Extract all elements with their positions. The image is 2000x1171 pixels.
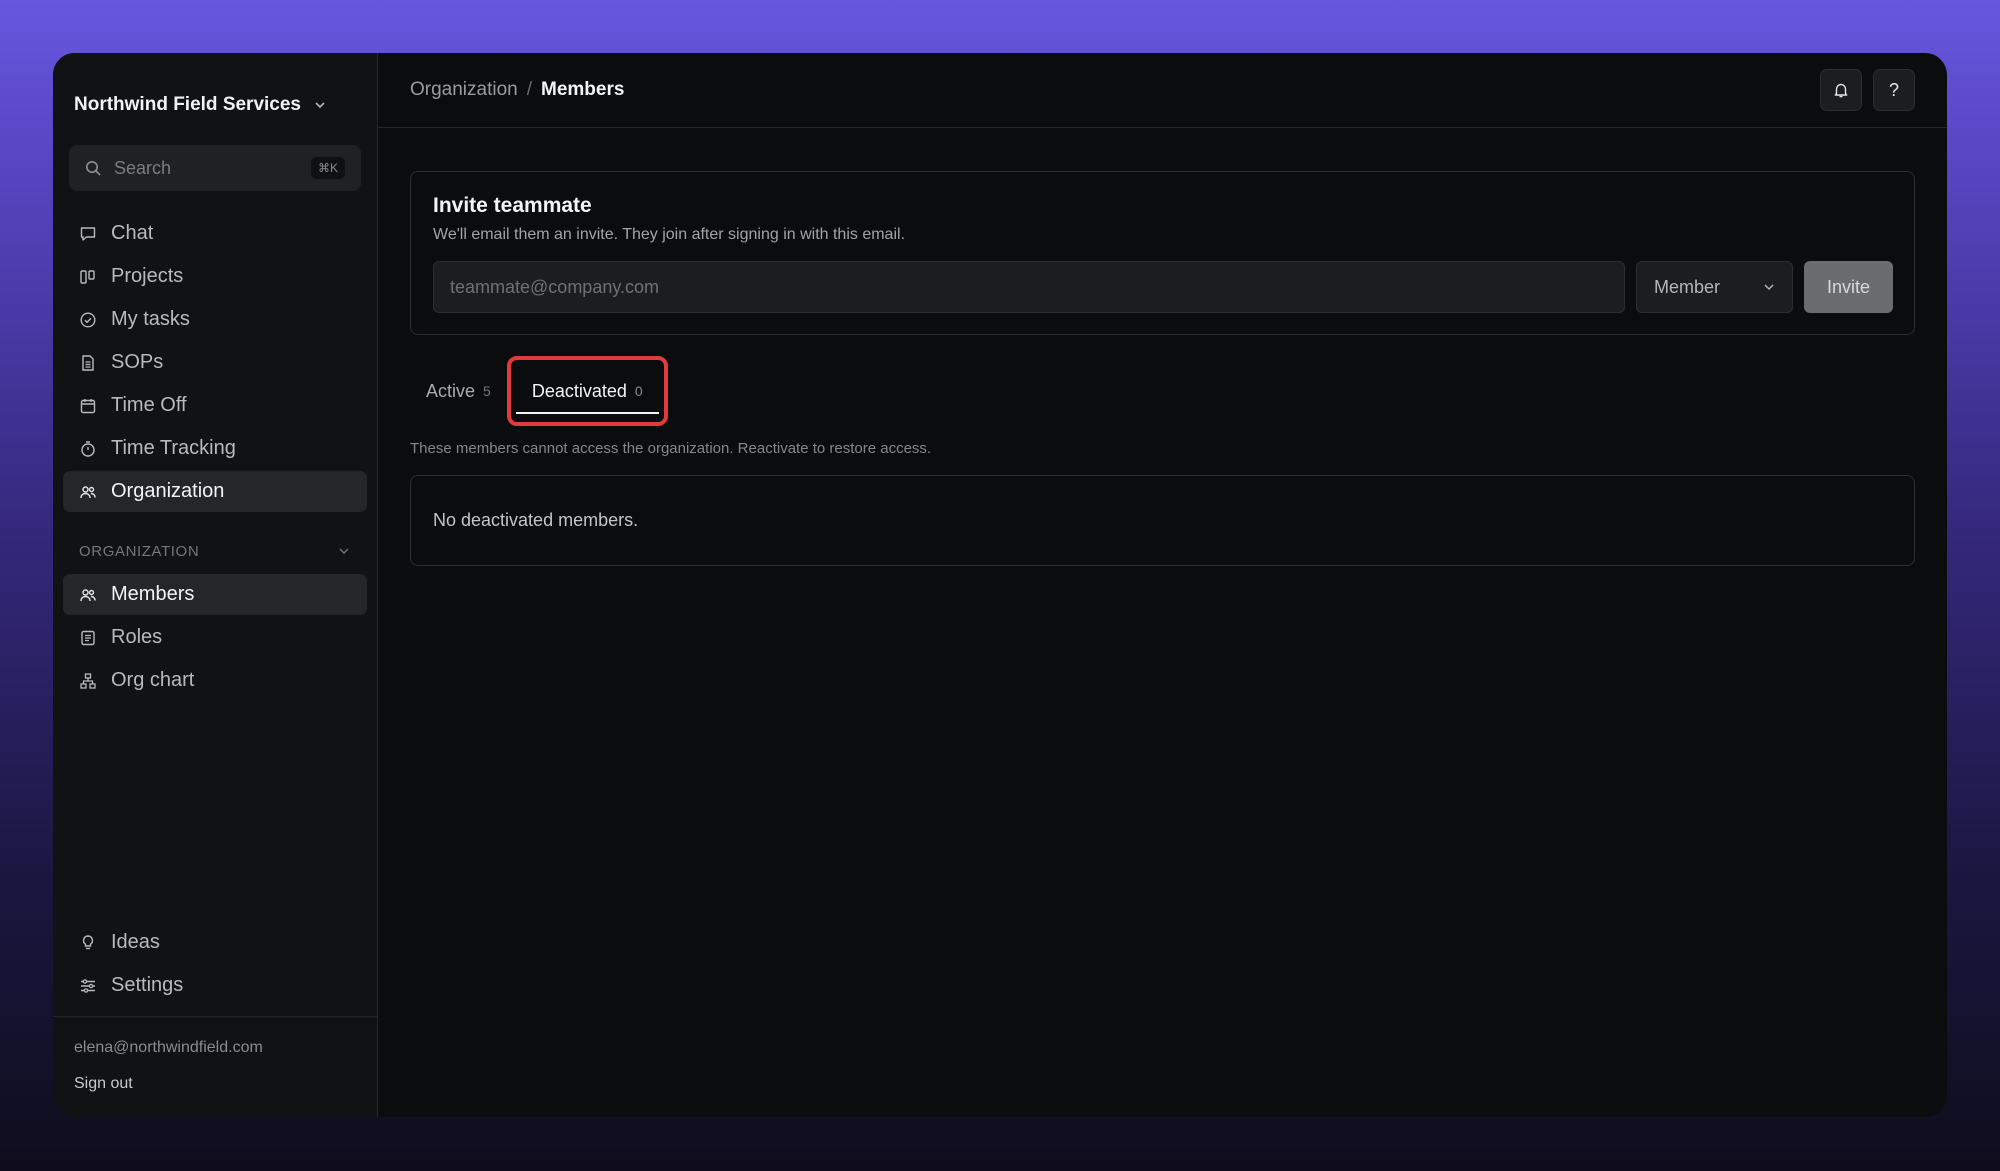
sidebar-footer: Ideas Settings elena@northwindfield.com … [53, 922, 377, 1117]
empty-state-message: No deactivated members. [433, 510, 639, 530]
tab-count: 0 [634, 383, 643, 399]
deactivated-members-list: No deactivated members. [410, 475, 1915, 566]
nav-item-my-tasks[interactable]: My tasks [63, 299, 367, 340]
chat-icon [80, 226, 96, 241]
main-content: Organization / Members ? Invite teammate… [378, 53, 1947, 1117]
search-box[interactable]: Search ⌘K [69, 145, 361, 191]
chevron-down-icon [1764, 284, 1774, 291]
sign-out-link[interactable]: Sign out [74, 1075, 356, 1093]
account-panel: elena@northwindfield.com Sign out [53, 1016, 377, 1117]
nav-item-time-tracking[interactable]: Time Tracking [63, 428, 367, 469]
search-placeholder: Search [114, 157, 172, 178]
account-email: elena@northwindfield.com [74, 1039, 263, 1056]
sliders-icon [81, 978, 95, 993]
chevron-down-icon [315, 102, 325, 109]
invite-button[interactable]: Invite [1804, 261, 1893, 313]
nav-item-chat[interactable]: Chat [63, 213, 367, 254]
breadcrumb-parent[interactable]: Organization [410, 79, 518, 101]
role-select[interactable]: Member [1636, 261, 1793, 313]
bell-icon [1834, 83, 1848, 98]
main-nav: Chat Projects My tasks SOPs Time Off Tim… [53, 213, 377, 514]
sidebar-item-members[interactable]: Members [63, 574, 367, 615]
organization-nav: Members Roles Org chart [53, 574, 377, 703]
members-page: Invite teammate We'll email them an invi… [378, 128, 1947, 566]
stopwatch-icon [81, 440, 95, 457]
nav-item-ideas[interactable]: Ideas [63, 922, 367, 963]
nav-item-label: My tasks [111, 308, 190, 330]
invite-email-input[interactable] [433, 261, 1625, 313]
topbar: Organization / Members ? [378, 53, 1947, 128]
list-icon [81, 630, 95, 645]
invite-title: Invite teammate [433, 194, 592, 217]
deactivated-hint: These members cannot access the organiza… [410, 440, 932, 457]
nav-item-projects[interactable]: Projects [63, 256, 367, 297]
org-name: Northwind Field Services [74, 94, 301, 115]
users-icon [80, 485, 96, 498]
top-actions: ? [1820, 69, 1915, 111]
invite-subtitle: We'll email them an invite. They join af… [433, 226, 906, 243]
section-title: ORGANIZATION [79, 542, 200, 560]
org-switcher[interactable]: Northwind Field Services [53, 53, 377, 129]
organization-section-toggle[interactable]: ORGANIZATION [79, 536, 351, 566]
tab-label: Active [426, 380, 476, 401]
sidebar-item-label: Members [111, 583, 195, 605]
check-circle-icon [80, 311, 96, 328]
breadcrumb-current: Members [541, 79, 625, 100]
nav-item-label: Time Off [111, 394, 187, 416]
members-icon [80, 588, 96, 601]
sidebar-item-label: Roles [111, 626, 163, 648]
nav-item-label: Ideas [111, 931, 160, 953]
tab-active[interactable]: Active 5 [410, 356, 507, 426]
sidebar-item-roles[interactable]: Roles [63, 617, 367, 658]
projects-icon [80, 269, 95, 284]
calendar-icon [80, 398, 96, 413]
search-icon [86, 160, 101, 176]
nav-item-label: Settings [111, 974, 184, 996]
tab-label: Deactivated [531, 380, 627, 401]
member-tabs: Active 5 Deactivated 0 [410, 356, 1915, 426]
nav-item-organization[interactable]: Organization [63, 471, 367, 512]
nav-item-settings[interactable]: Settings [63, 965, 367, 1006]
breadcrumb: Organization / Members [410, 79, 624, 101]
app-window: Northwind Field Services Search ⌘K Chat … [53, 53, 1947, 1117]
document-icon [82, 354, 94, 371]
nav-item-label: Organization [111, 480, 225, 502]
breadcrumb-separator: / [526, 79, 533, 100]
tab-count: 5 [483, 383, 491, 399]
invite-form: Member Invite [433, 261, 1893, 313]
bottom-nav: Ideas Settings [53, 922, 377, 1006]
nav-item-sops[interactable]: SOPs [63, 342, 367, 383]
sidebar: Northwind Field Services Search ⌘K Chat … [53, 53, 378, 1117]
lightbulb-icon [82, 934, 94, 949]
sidebar-item-label: Org chart [111, 669, 195, 691]
nav-item-label: Projects [111, 265, 184, 287]
help-button[interactable]: ? [1873, 69, 1915, 111]
nav-item-label: Time Tracking [111, 437, 236, 459]
sidebar-item-org-chart[interactable]: Org chart [63, 660, 367, 701]
role-select-value: Member [1654, 276, 1721, 297]
tab-deactivated[interactable]: Deactivated 0 [506, 356, 668, 426]
search-shortcut: ⌘K [310, 157, 345, 179]
nav-item-label: SOPs [111, 351, 164, 373]
notifications-button[interactable] [1820, 69, 1862, 111]
nav-item-label: Chat [111, 222, 154, 244]
invite-card: Invite teammate We'll email them an invi… [410, 171, 1915, 335]
org-chart-icon [80, 672, 96, 689]
chevron-down-icon [339, 548, 349, 554]
nav-item-time-off[interactable]: Time Off [63, 385, 367, 426]
